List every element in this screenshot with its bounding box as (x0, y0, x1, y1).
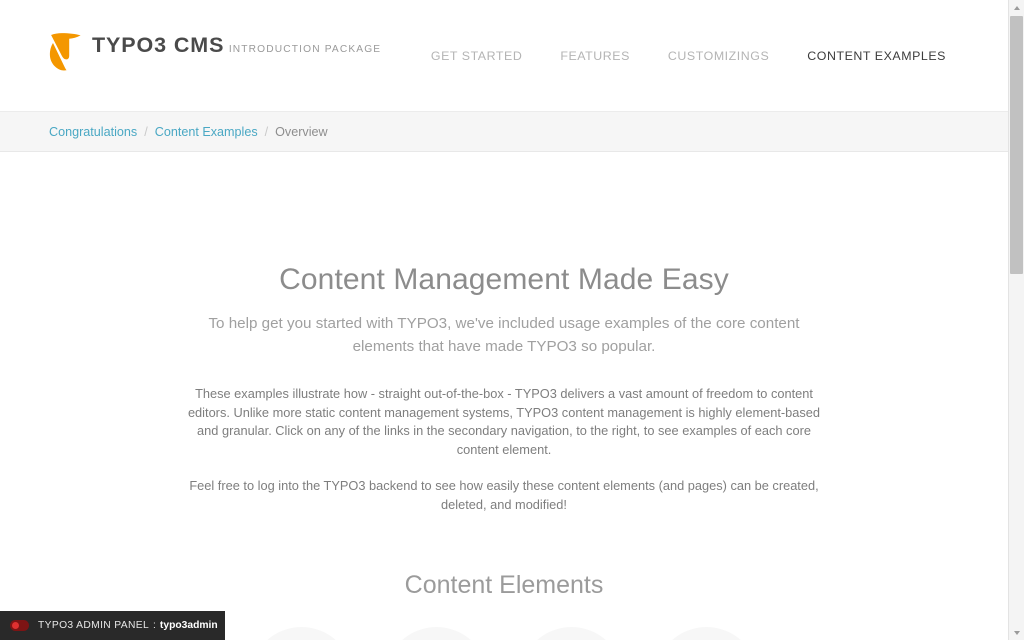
content-element-text-media[interactable] (520, 627, 623, 640)
breadcrumb-item-congratulations[interactable]: Congratulations (49, 125, 137, 139)
admin-panel-label: TYPO3 ADMIN PANEL (38, 620, 150, 631)
section-title-content-elements: Content Elements (404, 571, 604, 599)
admin-panel-separator: : (153, 620, 156, 631)
hero-lead-text: To help get you started with TYPO3, we'v… (208, 315, 800, 355)
breadcrumb-separator: / (144, 125, 148, 139)
breadcrumb-separator: / (264, 125, 269, 139)
scrollbar-thumb[interactable] (1010, 16, 1023, 274)
scroll-down-arrow-icon[interactable] (1009, 625, 1024, 640)
main-content: Content Management Made Easy To help get… (0, 153, 1008, 640)
typo3-logo-icon (49, 33, 83, 71)
page-viewport: TYPO3 CMS INTRODUCTION PACKAGE GET START… (0, 0, 1008, 640)
breadcrumb-item-overview: Overview (275, 125, 328, 139)
content-element-text-columns[interactable] (655, 627, 758, 640)
nav-item-customizings[interactable]: CUSTOMIZINGS (668, 49, 769, 63)
scroll-up-arrow-icon[interactable] (1009, 0, 1024, 15)
vertical-scrollbar[interactable] (1008, 0, 1024, 640)
content-element-bullet-list[interactable] (385, 627, 488, 640)
typo3-admin-panel[interactable]: TYPO3 ADMIN PANEL : typo3admin (0, 611, 225, 640)
site-logo[interactable]: TYPO3 CMS INTRODUCTION PACKAGE (49, 33, 381, 71)
nav-item-get-started[interactable]: GET STARTED (431, 49, 522, 63)
content-elements-row (164, 627, 844, 640)
nav-item-content-examples[interactable]: CONTENT EXAMPLES (807, 49, 946, 63)
page-title: Content Management Made Easy (279, 263, 729, 296)
admin-panel-toggle-icon[interactable] (10, 620, 29, 631)
logo-title: TYPO3 CMS (92, 33, 225, 57)
admin-panel-username: typo3admin (159, 620, 218, 631)
site-header: TYPO3 CMS INTRODUCTION PACKAGE GET START… (0, 0, 1008, 112)
nav-item-features[interactable]: FEATURES (560, 49, 630, 63)
logo-subtitle: INTRODUCTION PACKAGE (228, 44, 382, 55)
content-element-header-only[interactable] (250, 627, 353, 640)
breadcrumb-bar: Congratulations / Content Examples / Ove… (0, 112, 1008, 152)
breadcrumb-item-content-examples[interactable]: Content Examples (155, 125, 258, 139)
breadcrumb: Congratulations / Content Examples / Ove… (49, 112, 328, 152)
intro-paragraph-1: These examples illustrate how - straight… (187, 386, 821, 457)
intro-paragraph-2: Feel free to log into the TYPO3 backend … (189, 478, 819, 512)
main-navigation: GET STARTED FEATURES CUSTOMIZINGS CONTEN… (431, 49, 946, 63)
